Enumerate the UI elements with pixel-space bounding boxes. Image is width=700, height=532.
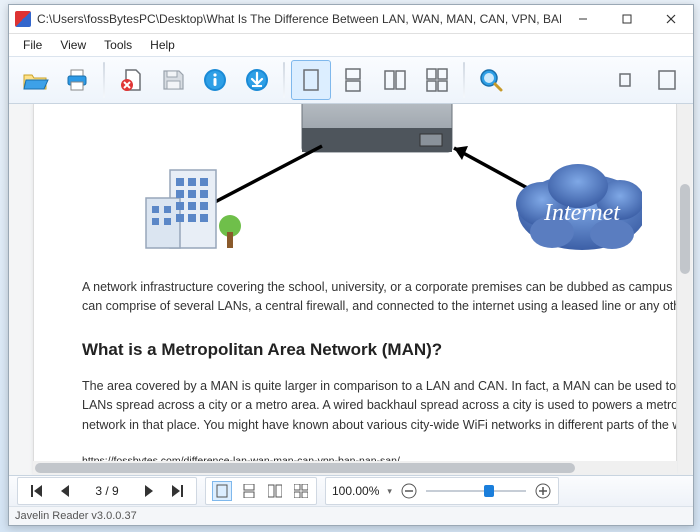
toolbar-separator: [103, 62, 105, 98]
zoom-dropdown[interactable]: ▾: [387, 486, 392, 497]
thumb-large-icon: [656, 68, 678, 92]
prev-page-button[interactable]: [56, 482, 74, 500]
facing-continuous-button[interactable]: [417, 60, 457, 100]
thumbnail-small-button[interactable]: [605, 60, 645, 100]
window-controls: [561, 5, 693, 33]
horizontal-scrollbar[interactable]: [33, 461, 677, 475]
page-canvas: Internet A network infrastructure coveri…: [33, 104, 677, 475]
zoom-value: 100.00%: [332, 484, 379, 498]
maximize-icon: [622, 14, 632, 24]
window-title: C:\Users\fossBytesPC\Desktop\What Is The…: [37, 12, 561, 26]
print-icon: [63, 67, 91, 93]
network-diagram: Internet: [82, 104, 677, 264]
toolbar: [9, 56, 693, 104]
view-continuous-icon: [243, 484, 255, 498]
view-single-icon: [216, 484, 228, 498]
open-button[interactable]: [15, 60, 55, 100]
info-button[interactable]: [195, 60, 235, 100]
zoom-in-icon: [535, 483, 551, 499]
close-icon: [666, 14, 676, 24]
thumb-small-icon: [614, 68, 636, 92]
minimize-button[interactable]: [561, 5, 605, 33]
continuous-page-button[interactable]: [333, 60, 373, 100]
statusbar: Javelin Reader v3.0.0.37: [9, 506, 693, 525]
print-button[interactable]: [57, 60, 97, 100]
view-facing-cont-icon: [294, 484, 308, 498]
app-icon: [15, 11, 31, 27]
slider-thumb[interactable]: [484, 485, 494, 497]
close-button[interactable]: [649, 5, 693, 33]
paragraph-2: The area covered by a MAN is quite large…: [82, 377, 677, 435]
continuous-page-icon: [341, 67, 365, 93]
first-page-button[interactable]: [28, 482, 46, 500]
view-single-button[interactable]: [212, 481, 232, 501]
app-window: C:\Users\fossBytesPC\Desktop\What Is The…: [8, 4, 694, 526]
remove-file-button[interactable]: [111, 60, 151, 100]
last-page-icon: [171, 485, 183, 497]
single-page-button[interactable]: [291, 60, 331, 100]
bottom-toolbar: 3 / 9 100.00% ▾: [9, 476, 693, 506]
menu-view[interactable]: View: [52, 36, 94, 54]
vscroll-thumb[interactable]: [680, 184, 690, 274]
view-mode-group: [205, 477, 317, 505]
diagram-svg: Internet: [82, 104, 642, 264]
view-facing-cont-button[interactable]: [292, 482, 310, 500]
menu-tools[interactable]: Tools: [96, 36, 140, 54]
zoom-out-button[interactable]: [400, 482, 418, 500]
zoom-icon: [477, 67, 505, 93]
toolbar-separator: [283, 62, 285, 98]
facing-page-button[interactable]: [375, 60, 415, 100]
view-facing-button[interactable]: [266, 482, 284, 500]
facing-page-icon: [383, 67, 407, 93]
thumbnail-large-button[interactable]: [647, 60, 687, 100]
next-page-icon: [144, 485, 154, 497]
zoom-group: 100.00% ▾: [325, 477, 559, 505]
view-continuous-button[interactable]: [240, 482, 258, 500]
remove-file-icon: [117, 67, 145, 93]
zoom-button[interactable]: [471, 60, 511, 100]
prev-page-icon: [60, 485, 70, 497]
page-indicator: 3 / 9: [84, 484, 130, 498]
info-icon: [201, 67, 229, 93]
paragraph-1: A network infrastructure covering the sc…: [82, 278, 677, 317]
zoom-slider[interactable]: [426, 482, 526, 500]
internet-label: Internet: [543, 200, 621, 226]
status-text: Javelin Reader v3.0.0.37: [15, 510, 137, 522]
save-button[interactable]: [153, 60, 193, 100]
hscroll-thumb[interactable]: [35, 463, 575, 473]
document-viewport[interactable]: Internet A network infrastructure coveri…: [9, 104, 693, 476]
menu-help[interactable]: Help: [142, 36, 183, 54]
zoom-in-button[interactable]: [534, 482, 552, 500]
vertical-scrollbar[interactable]: [678, 104, 692, 475]
view-facing-icon: [268, 484, 282, 498]
page-nav-group: 3 / 9: [17, 477, 197, 505]
page-content: Internet A network infrastructure coveri…: [34, 104, 677, 475]
toolbar-separator: [463, 62, 465, 98]
heading-man: What is a Metropolitan Area Network (MAN…: [82, 337, 677, 363]
menubar: File View Tools Help: [9, 34, 693, 56]
titlebar: C:\Users\fossBytesPC\Desktop\What Is The…: [9, 5, 693, 34]
download-icon: [243, 67, 271, 93]
minimize-icon: [578, 14, 588, 24]
last-page-button[interactable]: [168, 482, 186, 500]
menu-file[interactable]: File: [15, 36, 50, 54]
facing-continuous-icon: [425, 67, 449, 93]
slider-track: [426, 490, 526, 492]
save-icon: [159, 67, 187, 93]
next-page-button[interactable]: [140, 482, 158, 500]
download-button[interactable]: [237, 60, 277, 100]
first-page-icon: [31, 485, 43, 497]
single-page-icon: [299, 67, 323, 93]
zoom-out-icon: [401, 483, 417, 499]
open-folder-icon: [21, 67, 49, 93]
maximize-button[interactable]: [605, 5, 649, 33]
